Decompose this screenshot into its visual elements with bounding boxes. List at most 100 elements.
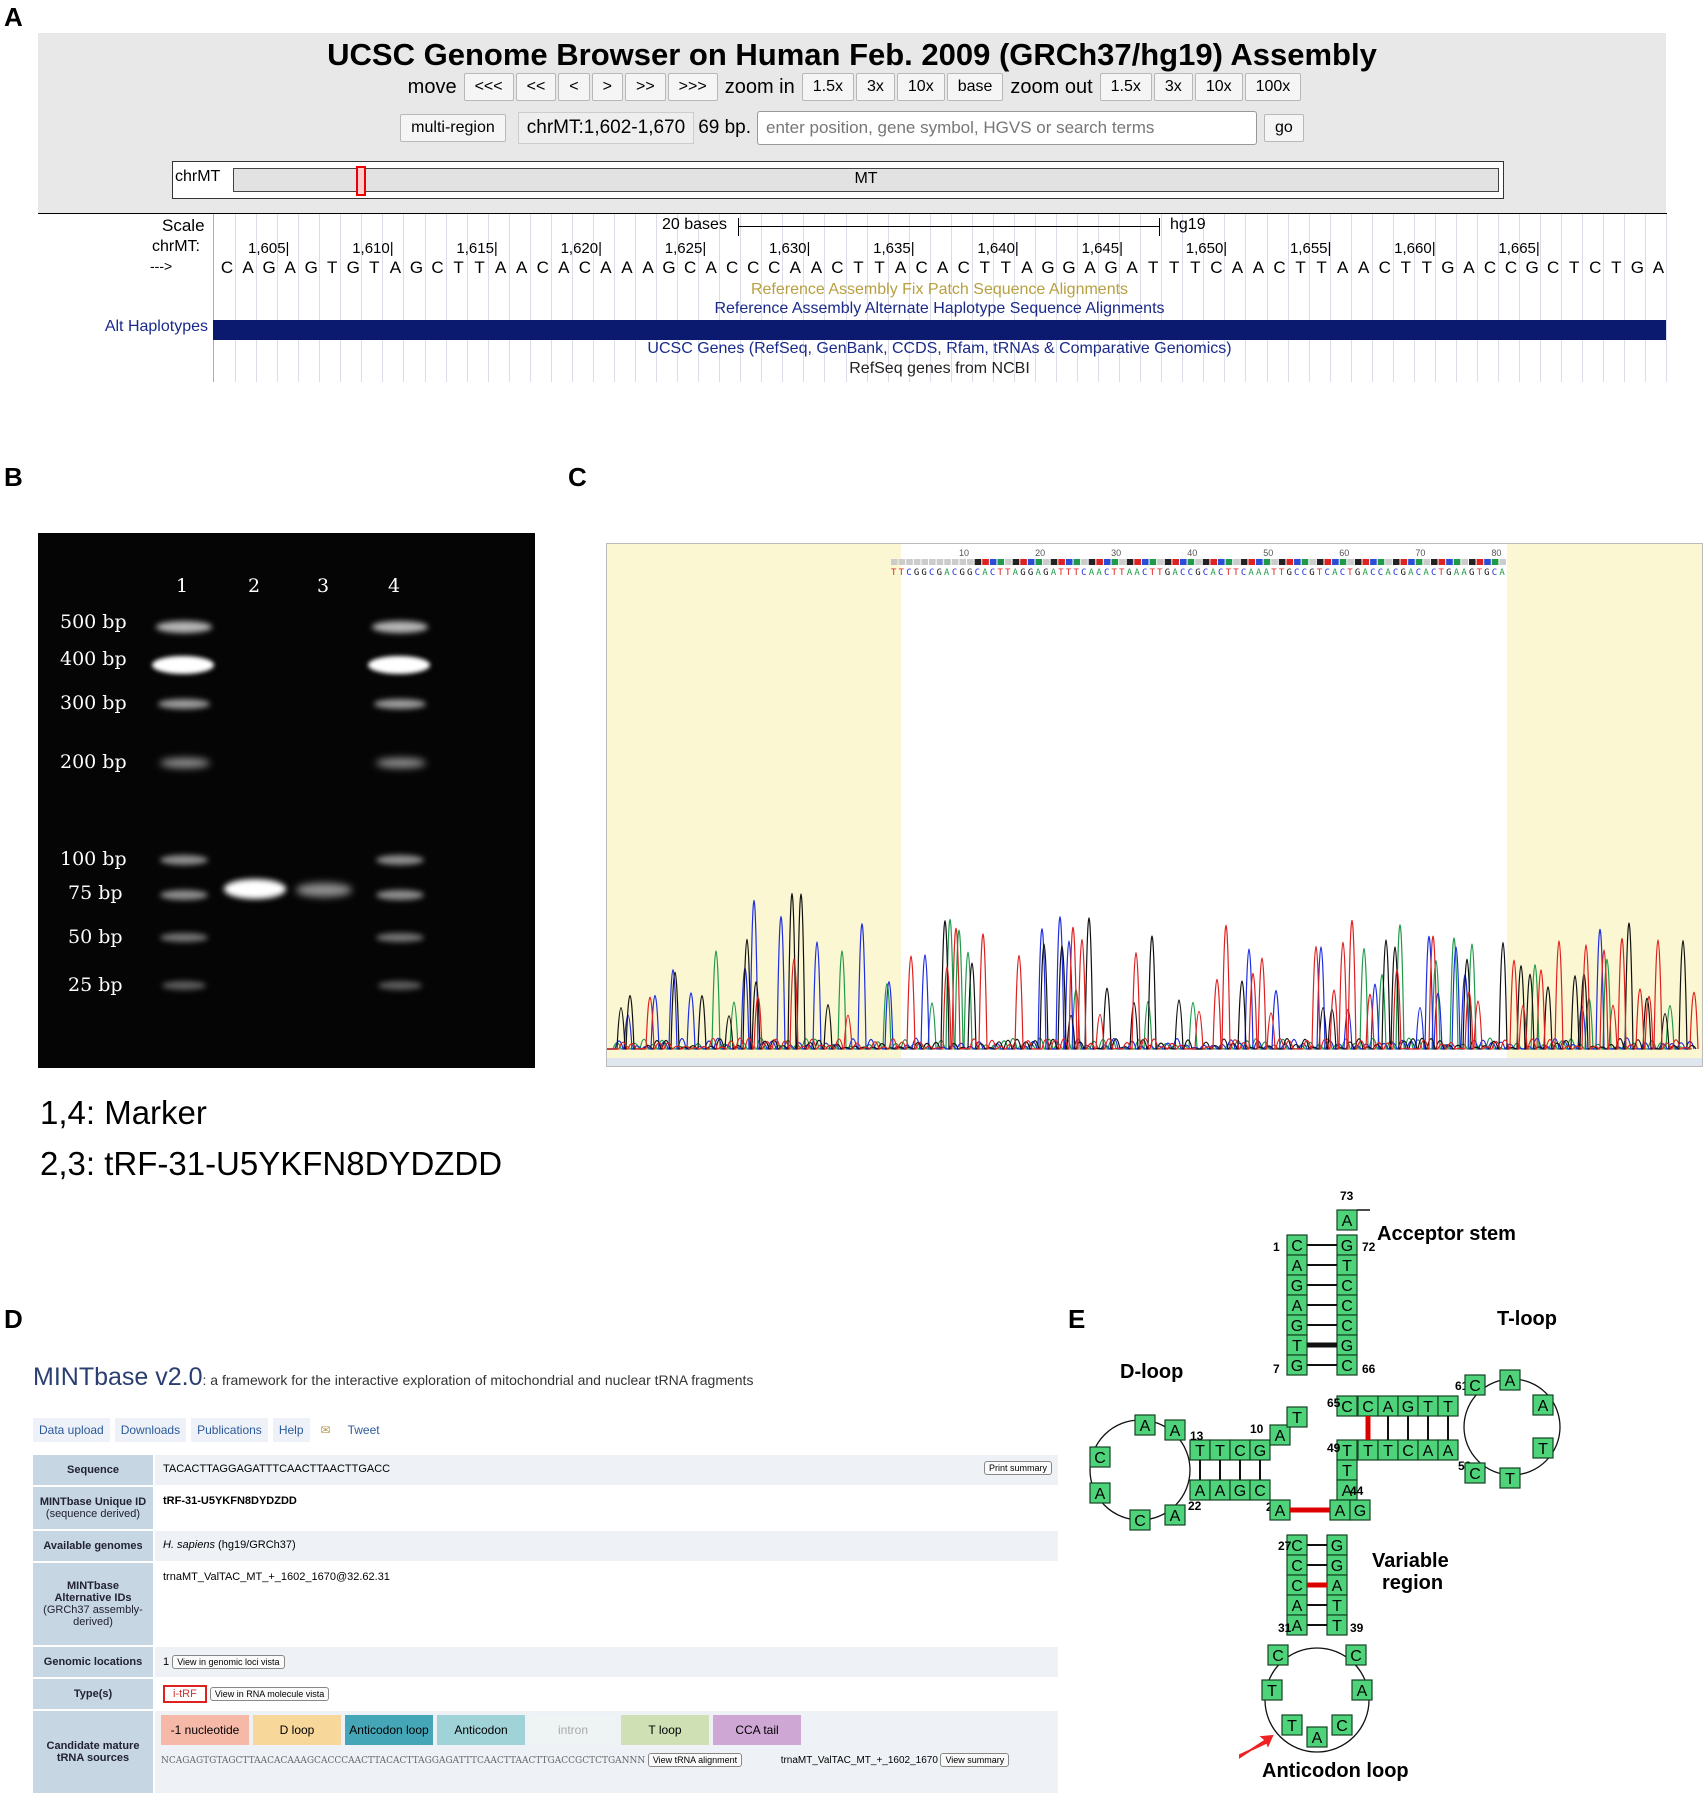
nav-tweet[interactable]: Tweet <box>342 1418 386 1442</box>
quality-block <box>1415 559 1423 565</box>
nucleotide-letter: T <box>1332 1618 1342 1635</box>
called-base: A <box>1499 568 1505 578</box>
nav-help[interactable]: Help <box>272 1418 310 1442</box>
sequence-base: A <box>558 258 570 277</box>
position-tick: 1,655| <box>1289 240 1332 257</box>
track-alt-haplotype-title[interactable]: Reference Assembly Alternate Haplotype S… <box>213 300 1666 318</box>
go-button[interactable]: go <box>1264 114 1304 142</box>
called-base: A <box>1264 568 1270 578</box>
print-summary-button[interactable]: Print summary <box>983 1461 1052 1475</box>
nav-data-upload[interactable]: Data upload <box>33 1418 110 1442</box>
envelope-icon[interactable]: ✉ <box>315 1418 337 1442</box>
nucleotide-letter: T <box>1342 1463 1352 1480</box>
nav-publications[interactable]: Publications <box>191 1418 268 1442</box>
panel-label-c: C <box>568 462 587 492</box>
alt-haplotype-track-bar[interactable] <box>213 320 1666 340</box>
quality-block <box>1005 559 1012 565</box>
zoom-in-10x-button[interactable]: 10x <box>896 73 945 101</box>
quality-block <box>1225 559 1233 565</box>
nucleotide-letter: G <box>1341 1238 1353 1255</box>
quality-block <box>1316 559 1324 565</box>
track-area[interactable]: Scale chrMT: ---> 20 bases hg19 1,605| 1,… <box>38 213 1668 382</box>
nucleotide-letter: A <box>1095 1486 1106 1503</box>
zoom-out-1.5x-button[interactable]: 1.5x <box>1099 73 1152 101</box>
sequence-base: C <box>1589 258 1602 277</box>
view-summary-button[interactable]: View summary <box>940 1753 1010 1767</box>
chip-anticodon-loop: Anticodon loop <box>345 1715 433 1745</box>
zoom-out-10x-button[interactable]: 10x <box>1194 73 1243 101</box>
nav-downloads[interactable]: Downloads <box>114 1418 187 1442</box>
called-base: A <box>1363 568 1369 578</box>
move-far-left-button[interactable]: <<< <box>463 73 514 101</box>
chromatogram-scrollbar[interactable] <box>607 1058 1702 1066</box>
move-left-more-button[interactable]: << <box>515 73 557 101</box>
quality-block <box>1476 559 1484 565</box>
nucleotide-letter: T <box>1292 1338 1302 1355</box>
quality-block <box>974 559 982 565</box>
move-right-more-button[interactable]: >> <box>624 73 666 101</box>
zoom-in-3x-button[interactable]: 3x <box>855 73 895 101</box>
gel-band <box>378 981 422 990</box>
position-tick: 1,660| <box>1394 240 1436 257</box>
called-base: C <box>1142 568 1147 578</box>
track-refseq[interactable]: RefSeq genes from NCBI <box>213 360 1666 378</box>
nucleotide-letter: C <box>1254 1483 1266 1500</box>
ideogram-position-marker <box>356 166 366 196</box>
sequence-base: G <box>1041 258 1055 277</box>
gel-band <box>376 855 424 865</box>
track-ucsc-genes[interactable]: UCSC Genes (RefSeq, GenBank, CCDS, Rfam,… <box>213 340 1666 358</box>
nucleotide-letter: C <box>1362 1399 1374 1416</box>
zoom-in-base-button[interactable]: base <box>946 73 1004 101</box>
quality-block <box>1141 559 1149 565</box>
called-base: C <box>990 568 995 578</box>
move-right-button[interactable]: > <box>591 73 623 101</box>
quality-block <box>1263 559 1271 565</box>
row-key-line: tRNA sources <box>56 1752 130 1764</box>
quality-block <box>1392 559 1400 565</box>
multi-region-button[interactable]: multi-region <box>400 114 506 142</box>
nucleotide-letter: G <box>1354 1503 1366 1520</box>
region-legend: -1 nucleotide D loop Anticodon loop Anticod… <box>161 1715 1052 1745</box>
called-base: G <box>921 568 926 578</box>
ideogram-chrom-label: chrMT <box>175 168 221 185</box>
gel-band <box>158 699 210 709</box>
track-fix-patch[interactable]: Reference Assembly Fix Patch Sequence Al… <box>213 281 1666 299</box>
ideogram-label: MT <box>854 170 878 187</box>
alt-haplotypes-label[interactable]: Alt Haplotypes <box>42 318 208 336</box>
called-base: A <box>1051 568 1057 578</box>
zoom-in-1.5x-button[interactable]: 1.5x <box>801 73 854 101</box>
chip-cca-tail: CCA tail <box>713 1715 801 1745</box>
zoom-out-label: zoom out <box>1010 75 1093 98</box>
quality-block <box>1461 559 1468 565</box>
sequence-base: A <box>705 258 717 277</box>
nucleotide-letter: C <box>1291 1578 1303 1595</box>
trace-G <box>607 893 1697 1050</box>
nucleotide-letter: C <box>1341 1358 1353 1375</box>
search-input[interactable]: enter position, gene symbol, HGVS or sea… <box>757 111 1258 145</box>
quality-block <box>1088 559 1096 565</box>
zoom-out-100x-button[interactable]: 100x <box>1244 73 1302 101</box>
view-genomic-loci-button[interactable]: View in genomic loci vista <box>172 1655 285 1669</box>
genome-assembly: (hg19/GRCh37) <box>218 1539 296 1551</box>
sequence-base: C <box>1378 258 1391 277</box>
view-trna-alignment-button[interactable]: View tRNA alignment <box>647 1753 743 1767</box>
nucleotide-letter: G <box>1234 1483 1246 1500</box>
sequence-base: C <box>683 258 697 277</box>
lane-number-4: 4 <box>388 575 401 597</box>
sequence-base: C <box>1273 258 1286 277</box>
view-rna-molecule-button[interactable]: View in RNA molecule vista <box>209 1687 330 1701</box>
position-tick: 1,665| <box>1498 240 1540 257</box>
sequence-base: T <box>853 258 864 277</box>
position-tick: 1,615| <box>456 240 498 257</box>
structure-label: 66 <box>1362 1362 1376 1376</box>
move-far-right-button[interactable]: >>> <box>667 73 718 101</box>
chromosome-ideogram[interactable]: chrMT MT <box>172 161 1504 199</box>
scale-bar-right-cap <box>1159 218 1160 236</box>
quality-block <box>1233 559 1240 565</box>
zoom-out-3x-button[interactable]: 3x <box>1153 73 1193 101</box>
ucsc-browser: UCSC Genome Browser on Human Feb. 2009 (… <box>38 33 1668 382</box>
scale-bar <box>738 226 1160 227</box>
sequence-base: A <box>1336 258 1349 277</box>
mintbase-subtitle: : a framework for the interactive explor… <box>202 1372 754 1388</box>
move-left-button[interactable]: < <box>558 73 590 101</box>
